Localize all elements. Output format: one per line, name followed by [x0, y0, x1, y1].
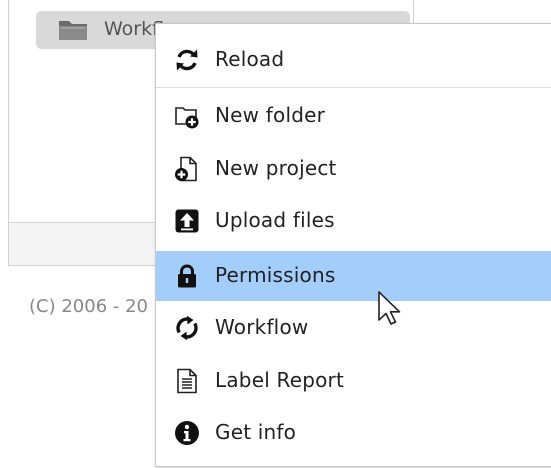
menu-item-label: Upload files — [215, 208, 335, 232]
menu-item-label: Permissions — [215, 263, 336, 287]
new-project-icon — [174, 156, 200, 182]
menu-item-label-report[interactable]: Label Report — [156, 356, 551, 406]
menu-item-label: Workflow — [215, 315, 309, 339]
menu-item-new-folder[interactable]: New folder — [156, 91, 551, 141]
mouse-pointer-icon — [377, 290, 403, 328]
context-menu: Reload New folder New project Upload fil… — [155, 23, 551, 467]
lock-icon — [174, 263, 200, 289]
menu-item-label: Reload — [215, 47, 285, 71]
menu-item-reload[interactable]: Reload — [156, 35, 551, 85]
menu-item-label: Label Report — [215, 368, 345, 392]
upload-icon — [174, 208, 200, 234]
menu-item-new-project[interactable]: New project — [156, 144, 551, 194]
menu-item-workflow[interactable]: Workflow — [156, 303, 551, 353]
report-icon — [174, 368, 200, 394]
menu-item-label: Get info — [215, 420, 297, 444]
workflow-icon — [174, 315, 200, 341]
menu-separator — [156, 87, 551, 88]
copyright-text: (C) 2006 - 20 — [29, 296, 148, 317]
menu-item-permissions[interactable]: Permissions — [156, 251, 551, 301]
new-folder-icon — [174, 103, 200, 129]
menu-item-label: New project — [215, 156, 337, 180]
folder-icon — [58, 18, 90, 42]
menu-item-upload-files[interactable]: Upload files — [156, 196, 551, 246]
info-icon — [174, 420, 200, 446]
reload-icon — [174, 47, 200, 73]
menu-item-get-info[interactable]: Get info — [156, 408, 551, 458]
menu-item-label: New folder — [215, 103, 326, 127]
